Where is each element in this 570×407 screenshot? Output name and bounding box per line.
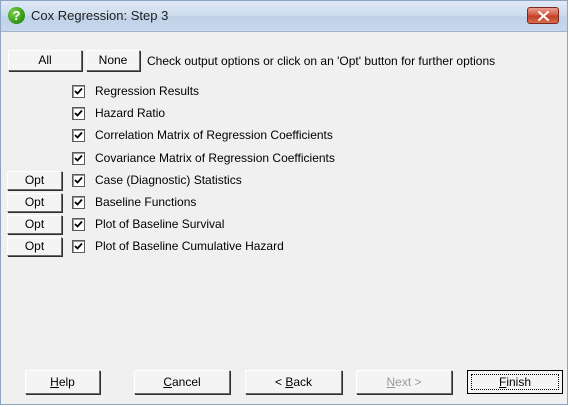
option-checkbox[interactable]	[72, 107, 85, 121]
option-row: Opt Baseline Functions	[1, 193, 567, 213]
back-prefix: <	[274, 375, 286, 389]
checkmark-icon	[74, 132, 83, 140]
title-bar[interactable]: ? Cox Regression: Step 3	[1, 1, 567, 32]
checkmark-icon	[74, 221, 83, 228]
opt-button-label: Opt	[24, 217, 45, 232]
next-accel: N	[386, 375, 396, 389]
option-label[interactable]: Baseline Functions	[95, 195, 196, 209]
option-row: Covariance Matrix of Regression Coeffici…	[1, 149, 567, 169]
cancel-label: ancel	[171, 375, 201, 389]
window-title: Cox Regression: Step 3	[31, 8, 169, 23]
checkmark-icon	[74, 110, 83, 117]
option-label[interactable]: Covariance Matrix of Regression Coeffici…	[95, 151, 335, 165]
help-accel: H	[50, 375, 59, 389]
opt-button-label: Opt	[24, 195, 45, 209]
cancel-button[interactable]: Cancel	[134, 370, 230, 394]
back-button[interactable]: < Back	[245, 370, 342, 394]
checkmark-icon	[74, 154, 83, 162]
next-label: ext >	[395, 375, 422, 389]
help-button[interactable]: Help	[25, 370, 100, 394]
option-checkbox[interactable]	[72, 151, 85, 165]
option-label[interactable]: Case (Diagnostic) Statistics	[95, 173, 242, 187]
option-row: Correlation Matrix of Regression Coeffic…	[1, 126, 567, 146]
select-none-button[interactable]: None	[86, 50, 140, 71]
option-row: Hazard Ratio	[1, 104, 567, 124]
select-all-label: All	[38, 53, 52, 67]
help-question-icon: ?	[8, 7, 25, 24]
close-icon	[538, 11, 549, 21]
checkmark-icon	[74, 87, 83, 95]
option-label[interactable]: Regression Results	[95, 84, 199, 98]
select-none-label: None	[98, 53, 128, 67]
option-row: Opt Plot of Baseline Survival	[1, 215, 567, 235]
checkmark-icon	[74, 198, 83, 206]
checkmark-icon	[74, 176, 83, 184]
close-button[interactable]	[527, 7, 559, 24]
option-checkbox[interactable]	[72, 85, 85, 98]
option-label[interactable]: Plot of Baseline Cumulative Hazard	[95, 239, 284, 253]
option-checkbox[interactable]	[72, 240, 85, 254]
option-label[interactable]: Hazard Ratio	[95, 106, 165, 120]
option-checkbox[interactable]	[72, 129, 85, 143]
opt-button[interactable]: Opt	[7, 237, 62, 257]
opt-button[interactable]: Opt	[7, 170, 62, 190]
option-checkbox[interactable]	[72, 218, 85, 232]
option-checkbox[interactable]	[72, 173, 85, 187]
opt-button[interactable]: Opt	[7, 193, 62, 212]
focus-ring	[471, 374, 559, 390]
option-row: Opt Case (Diagnostic) Statistics	[1, 170, 567, 191]
cox-regression-dialog: ? Cox Regression: Step 3 All None Check …	[0, 0, 568, 405]
option-checkbox[interactable]	[72, 196, 85, 209]
opt-button[interactable]: Opt	[7, 215, 62, 235]
dialog-body: All None Check output options or click o…	[1, 32, 567, 404]
back-label: ack	[293, 375, 313, 389]
select-all-button[interactable]: All	[8, 50, 82, 71]
option-label[interactable]: Correlation Matrix of Regression Coeffic…	[95, 128, 333, 142]
opt-button-label: Opt	[24, 172, 45, 187]
option-label[interactable]: Plot of Baseline Survival	[95, 217, 224, 231]
finish-button[interactable]: Finish	[467, 370, 563, 394]
instructions-text: Check output options or click on an 'Opt…	[147, 54, 496, 68]
checkmark-icon	[74, 243, 83, 251]
help-label: elp	[58, 375, 75, 389]
option-row: Regression Results	[1, 82, 567, 102]
next-button[interactable]: Next >	[356, 370, 452, 394]
opt-button-label: Opt	[24, 239, 45, 254]
option-row: Opt Plot of Baseline Cumulative Hazard	[1, 237, 567, 257]
cancel-accel: C	[163, 375, 172, 389]
